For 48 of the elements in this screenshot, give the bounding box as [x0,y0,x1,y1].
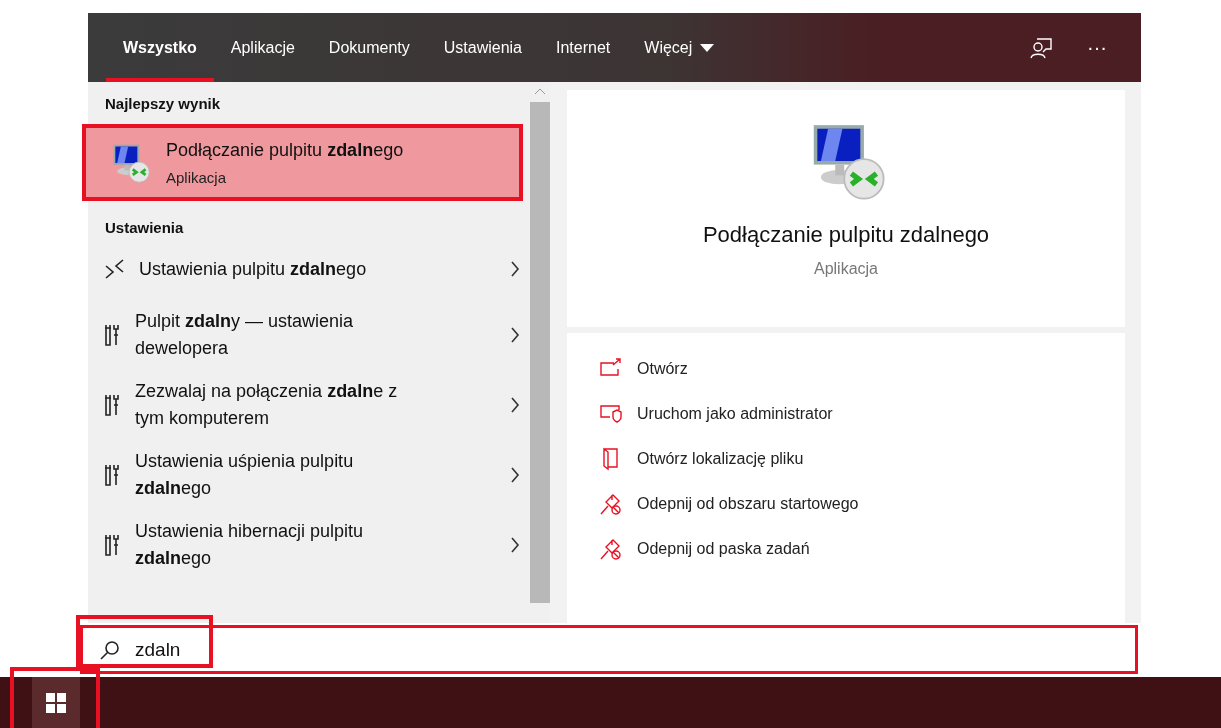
settings-item[interactable]: Ustawienia hibernacji pulpitu zdalnego [88,518,530,572]
tools-icon [103,533,121,557]
action-item[interactable]: Otwórz [599,357,1125,381]
chevron-icon [510,327,520,343]
item-label: Zezwalaj na połączenia zdalne z tym komputerem [135,381,398,428]
tab[interactable]: Więcej [627,13,732,82]
tools-icon [103,393,121,417]
settings-item[interactable]: Ustawienia uśpienia pulpitu zdalnego [88,448,530,502]
tab[interactable]: Internet [539,13,628,82]
item-label: Ustawienia pulpitu zdalnego [139,258,367,279]
more-button[interactable]: ··· [1069,13,1125,82]
unpin-icon [599,492,623,516]
search-input[interactable]: zdaln [135,638,1135,661]
action-item[interactable]: Otwórz lokalizację pliku [599,447,1125,471]
result-title: Podłączanie pulpitu zdalnego [166,139,404,161]
settings-item[interactable]: Ustawienia pulpitu zdalnego [88,246,530,292]
item-label: Pulpit zdalny — ustawienia dewelopera [135,311,354,358]
settings-item[interactable]: Pulpit zdalny — ustawienia dewelopera [88,308,530,362]
tab[interactable]: Ustawienia [426,13,539,82]
settings-item[interactable]: Zezwalaj na połączenia zdalne z tym komputerem [88,378,530,432]
search-icon [99,638,121,661]
scrollbar-thumb[interactable] [530,102,550,603]
section-heading: Ustawienia [104,218,185,236]
feedback-icon [1029,35,1053,60]
remote-icon [103,258,125,280]
best-result[interactable]: Podłączanie pulpitu zdalnego Aplikacja [82,124,523,201]
tab[interactable]: Aplikacje [213,13,312,82]
preview-type: Aplikacja [814,260,878,278]
chevron-icon [510,261,520,277]
search-field[interactable]: zdaln [80,625,1138,674]
result-type: Aplikacja [166,168,228,186]
action-item[interactable]: Odepnij od obszaru startowego [599,492,1125,516]
tab[interactable]: Dokumenty [311,13,427,82]
unpin-icon [599,537,623,561]
item-label: Ustawienia hibernacji pulpitu zdalnego [135,521,364,568]
chevron-icon [510,467,520,483]
preview-title: Podłączanie pulpitu zdalnego [702,222,990,248]
section-heading: Najlepszy wynik [104,94,222,112]
start-button[interactable] [32,677,80,728]
windows-icon [46,692,66,713]
tools-icon [103,463,121,487]
item-label: Ustawienia uśpienia pulpitu zdalnego [135,451,354,498]
action-item[interactable]: Uruchom jako administrator [599,402,1125,426]
chevron-icon [510,537,520,553]
action-item[interactable]: Odepnij od paska zadań [599,537,1125,561]
tools-icon [103,323,121,347]
shield-icon [599,402,623,426]
chevron-icon [510,397,520,413]
